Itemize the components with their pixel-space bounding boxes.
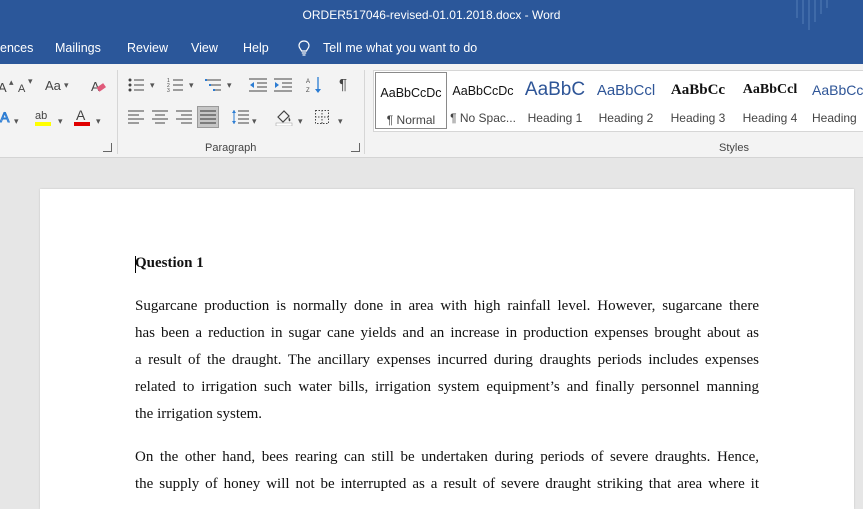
style-name: Heading: [812, 111, 857, 125]
paragraph-line: the irrigation system.: [135, 406, 263, 422]
paragraph-group-label: Paragraph: [205, 142, 257, 154]
paragraph-line: a result of the draught. The ancillary e…: [135, 352, 759, 368]
justify-button[interactable]: [197, 106, 219, 128]
change-case-button[interactable]: Aa: [45, 78, 61, 94]
style-preview: AaBbCc: [670, 82, 726, 98]
text-effects-icon[interactable]: A: [0, 108, 14, 126]
lightbulb-icon[interactable]: [297, 40, 311, 56]
style-no-spacing[interactable]: AaBbCcDc ¶ No Spac...: [448, 71, 518, 131]
align-left-icon[interactable]: [128, 110, 144, 124]
chevron-down-icon[interactable]: ▾: [58, 116, 63, 127]
show-formatting-marks-icon[interactable]: ¶: [339, 77, 347, 93]
ribbon-tabs: ences Mailings Review View Help Tell me …: [0, 32, 863, 64]
chevron-down-icon[interactable]: ▾: [150, 80, 155, 91]
title-bar: ORDER517046-revised-01.01.2018.docx - Wo…: [0, 0, 863, 32]
document-paragraph-1[interactable]: Sugarcane production is normally done in…: [135, 293, 759, 428]
chevron-down-icon[interactable]: ▾: [14, 116, 19, 127]
document-heading[interactable]: Question 1: [135, 255, 759, 272]
tab-help[interactable]: Help: [243, 41, 269, 55]
svg-text:ab: ab: [35, 110, 47, 122]
shading-icon[interactable]: [275, 108, 293, 126]
style-name: Heading 4: [742, 111, 798, 125]
style-preview: AaBbC: [524, 79, 586, 100]
style-preview: AaBbCcl: [596, 82, 656, 99]
style-preview: AaBbCcDc: [452, 84, 514, 98]
styles-group-label: Styles: [719, 142, 749, 154]
svg-text:A: A: [0, 109, 10, 125]
style-heading-4[interactable]: AaBbCcl Heading 4: [736, 71, 804, 131]
font-color-icon[interactable]: A: [73, 106, 93, 128]
document-paragraph-2[interactable]: On the other hand, bees rearing can stil…: [135, 444, 759, 498]
style-name: ¶ Normal: [386, 113, 436, 127]
style-name: Heading 1: [527, 111, 583, 125]
clear-formatting-icon[interactable]: A: [90, 78, 106, 94]
chevron-down-icon[interactable]: ▾: [298, 116, 303, 127]
document-area[interactable]: Question 1 Sugarcane production is norma…: [0, 158, 863, 509]
svg-text:A: A: [76, 107, 86, 123]
svg-text:Z: Z: [306, 88, 310, 94]
style-name: Heading 2: [598, 111, 654, 125]
paragraph-line: On the other hand, bees rearing can stil…: [135, 449, 759, 465]
grow-font-button[interactable]: A: [0, 80, 7, 96]
tab-references[interactable]: ences: [0, 41, 33, 55]
sort-icon[interactable]: AZ: [306, 76, 322, 94]
paragraph-line: related to irrigation such water bills, …: [135, 379, 759, 395]
window-title: ORDER517046-revised-01.01.2018.docx - Wo…: [302, 8, 561, 22]
style-name: ¶ No Spac...: [450, 111, 516, 125]
chevron-down-icon[interactable]: ▾: [227, 80, 232, 91]
font-dialog-launcher-icon[interactable]: [103, 143, 112, 152]
chevron-down-icon[interactable]: ▾: [252, 116, 257, 127]
align-right-icon[interactable]: [176, 110, 192, 124]
title-bar-decoration-icon: [796, 0, 828, 30]
numbering-icon[interactable]: 123: [167, 78, 183, 92]
group-divider: [117, 70, 118, 154]
tab-review[interactable]: Review: [127, 41, 168, 55]
style-normal[interactable]: AaBbCcDc ¶ Normal: [375, 72, 447, 129]
tab-mailings[interactable]: Mailings: [55, 41, 101, 55]
ribbon: A ▴ A ▾ Aa ▾ A A ▾ ab ▾ A ▾ ▾ 123 ▾ ▾ A …: [0, 64, 863, 158]
style-preview: AaBbCcl: [742, 82, 798, 97]
chevron-down-icon[interactable]: ▾: [189, 80, 194, 91]
bullets-icon[interactable]: [128, 78, 144, 92]
document-page[interactable]: Question 1 Sugarcane production is norma…: [40, 189, 854, 509]
line-spacing-icon[interactable]: [231, 109, 249, 125]
chevron-down-icon[interactable]: ▾: [338, 116, 343, 127]
borders-icon[interactable]: [315, 110, 329, 124]
tell-me-search[interactable]: Tell me what you want to do: [323, 41, 477, 55]
chevron-up-icon: ▴: [9, 77, 14, 87]
style-heading-2[interactable]: AaBbCcl Heading 2: [592, 71, 660, 131]
style-heading-5[interactable]: AaBbCcl Heading: [808, 71, 863, 131]
style-heading-1[interactable]: AaBbC Heading 1: [521, 71, 589, 131]
style-heading-3[interactable]: AaBbCc Heading 3: [664, 71, 732, 131]
shrink-font-button[interactable]: A: [18, 81, 25, 97]
chevron-down-icon[interactable]: ▾: [64, 80, 69, 91]
paragraph-line: the supply of honey will not be interrup…: [135, 476, 759, 492]
paragraph-line: Sugarcane production is normally done in…: [135, 298, 759, 314]
style-preview: AaBbCcDc: [380, 86, 442, 100]
tab-view[interactable]: View: [191, 41, 218, 55]
chevron-down-small-icon: ▾: [28, 76, 33, 86]
justify-icon: [200, 110, 216, 124]
styles-gallery: AaBbCcDc ¶ Normal AaBbCcDc ¶ No Spac... …: [373, 70, 863, 132]
multilevel-list-icon[interactable]: [205, 78, 223, 92]
style-preview: AaBbCcl: [812, 82, 863, 98]
align-center-icon[interactable]: [152, 110, 168, 124]
style-name: Heading 3: [670, 111, 726, 125]
increase-indent-icon[interactable]: [274, 78, 292, 92]
paragraph-dialog-launcher-icon[interactable]: [351, 143, 360, 152]
paragraph-line: has been a reduction in sugar cane yield…: [135, 325, 759, 341]
group-divider: [364, 70, 365, 154]
decrease-indent-icon[interactable]: [249, 78, 267, 92]
svg-text:A: A: [306, 79, 310, 85]
highlight-color-icon[interactable]: ab: [34, 106, 54, 128]
svg-text:3: 3: [167, 88, 170, 92]
chevron-down-icon[interactable]: ▾: [96, 116, 101, 127]
